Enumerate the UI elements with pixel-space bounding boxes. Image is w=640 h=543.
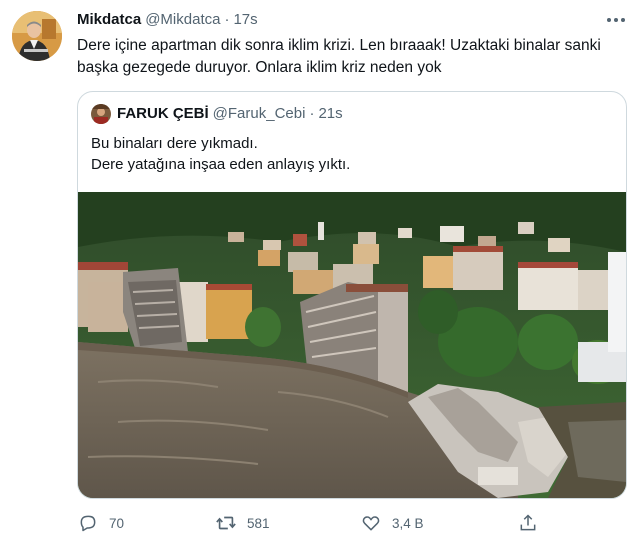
retweet-button[interactable]: 581	[215, 508, 270, 538]
author-name[interactable]: Mikdatca	[77, 11, 141, 28]
retweet-count: 581	[247, 515, 270, 531]
quote-time[interactable]: 21s	[318, 105, 342, 122]
quoted-tweet[interactable]: FARUK ÇEBİ @Faruk_Cebi · 21s Bu binaları…	[77, 91, 627, 499]
tweet-time[interactable]: 17s	[233, 11, 257, 28]
quote-header: FARUK ÇEBİ @Faruk_Cebi · 21s	[117, 105, 343, 122]
quote-avatar-photo	[91, 104, 111, 124]
retweet-icon	[215, 512, 237, 534]
quote-text-line: Dere yatağına inşaa eden anlayış yıktı.	[91, 156, 351, 173]
tweet[interactable]: Mikdatca @Mikdatca · 17s Dere içine apar…	[0, 0, 640, 543]
avatar[interactable]	[12, 11, 62, 61]
more-button[interactable]	[602, 10, 630, 30]
quote-separator-dot: ·	[309, 105, 315, 122]
tweet-header: Mikdatca @Mikdatca · 17s	[77, 11, 258, 31]
quote-author-name[interactable]: FARUK ÇEBİ	[117, 105, 209, 122]
share-button[interactable]	[517, 508, 539, 538]
avatar-photo	[12, 11, 62, 61]
quote-media-image[interactable]	[78, 192, 626, 498]
more-icon	[607, 18, 625, 22]
reply-button[interactable]: 70	[77, 508, 124, 538]
reply-count: 70	[109, 515, 125, 531]
quote-text-line: Bu binaları dere yıkmadı.	[91, 135, 258, 152]
quote-author-handle[interactable]: @Faruk_Cebi	[213, 105, 306, 122]
share-icon	[517, 512, 539, 534]
like-count: 3,4 B	[392, 515, 424, 531]
quote-avatar[interactable]	[91, 104, 111, 124]
separator-dot: ·	[224, 11, 230, 28]
tweet-text: Dere içine apartman dik sonra iklim kriz…	[77, 37, 601, 76]
like-button[interactable]: 3,4 B	[360, 508, 424, 538]
heart-icon	[360, 512, 382, 534]
tweet-actions: 70 581 3,4 B	[0, 508, 640, 538]
reply-icon	[77, 512, 99, 534]
quote-text: Bu binaları dere yıkmadı. Dere yatağına …	[91, 133, 611, 175]
author-handle[interactable]: @Mikdatca	[145, 11, 220, 28]
flood-photo	[78, 192, 626, 498]
